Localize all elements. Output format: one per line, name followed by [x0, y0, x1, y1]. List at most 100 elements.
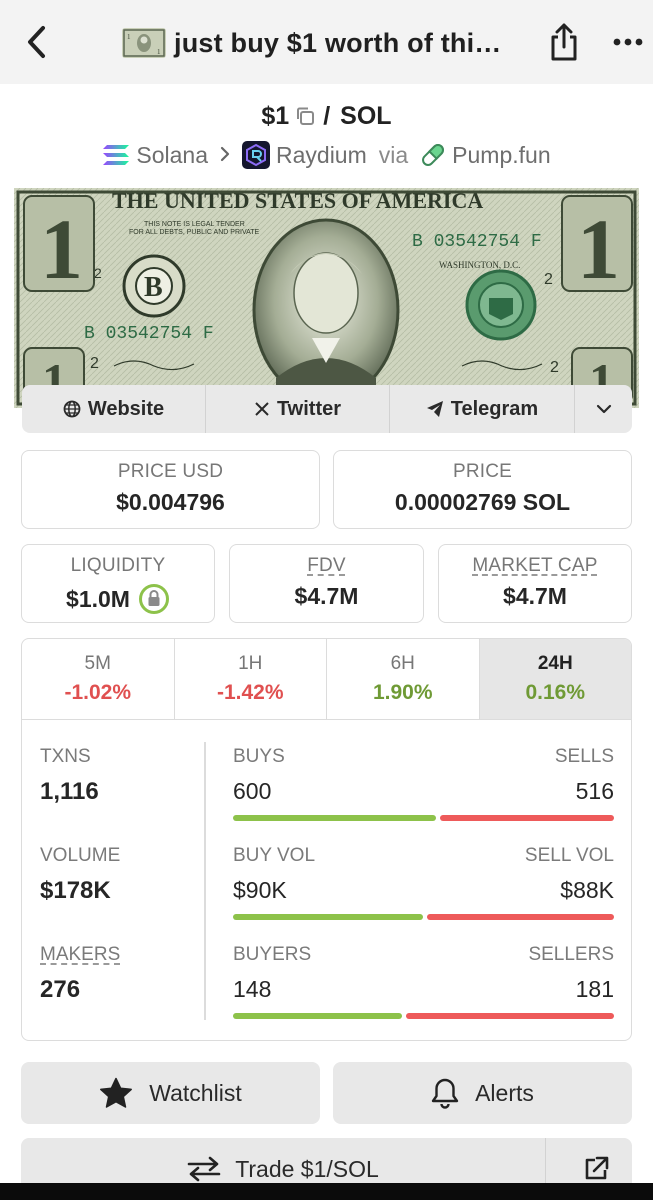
market-cap-value: $4.7M: [503, 583, 567, 609]
svg-text:1: 1: [40, 201, 83, 297]
chain-network-link[interactable]: Solana: [136, 142, 208, 169]
x-logo-icon: [254, 401, 270, 417]
banner-city: WASHINGTON, D.C.: [439, 260, 520, 270]
telegram-link[interactable]: Telegram: [390, 385, 575, 433]
buy-vol-label: BUY VOL: [233, 845, 316, 866]
txns-label: TXNS: [40, 746, 91, 767]
makers-stat[interactable]: MAKERS 276: [40, 944, 120, 1004]
raydium-icon: [242, 141, 270, 169]
lock-icon[interactable]: [138, 583, 170, 615]
copy-address-button[interactable]: [295, 106, 315, 126]
svg-text:1: 1: [127, 33, 131, 41]
makers-label: MAKERS: [40, 944, 121, 965]
sells-bar: [439, 815, 614, 821]
tab-6h[interactable]: 6H 1.90%: [327, 639, 480, 719]
tab-5m[interactable]: 5M -1.02%: [22, 639, 175, 719]
tab-1h[interactable]: 1H -1.42%: [175, 639, 327, 719]
website-link[interactable]: Website: [22, 385, 206, 433]
svg-text:1: 1: [157, 48, 161, 56]
back-button[interactable]: [18, 22, 54, 62]
tab-6h-change: 1.90%: [372, 681, 433, 704]
sellers-label: SELLERS: [528, 944, 614, 965]
pill-icon: [420, 142, 446, 168]
sellers-bar: [406, 1013, 614, 1019]
buys-bar: [233, 815, 436, 821]
buys-sells-ratio-bar: [233, 815, 614, 821]
fdv-label: FDV: [307, 555, 346, 576]
watchlist-label: Watchlist: [149, 1079, 242, 1106]
buyers-sellers-ratio-bar: [233, 1013, 614, 1019]
watchlist-button[interactable]: Watchlist: [21, 1062, 320, 1124]
telegram-icon: [426, 400, 444, 418]
token-banner-image: 1 1 1 1 THE UNITED STATES OF AMERICA THI…: [14, 188, 639, 408]
market-cap-card[interactable]: MARKET CAP $4.7M: [438, 544, 632, 623]
pair-separator: /: [323, 101, 331, 130]
buys-label: BUYS: [233, 746, 285, 767]
buyers-label: BUYERS: [233, 944, 312, 965]
star-icon: [99, 1077, 133, 1109]
tab-24h[interactable]: 24H 0.16%: [479, 639, 631, 719]
more-options-button[interactable]: [606, 26, 650, 58]
chevron-down-icon: [596, 404, 611, 414]
chain-breadcrumb: Solana Raydium via Pump.fun: [0, 138, 653, 172]
buys-value: 600: [233, 778, 272, 804]
tab-24h-change: 0.16%: [525, 681, 586, 704]
buy-vol-bar: [233, 914, 424, 920]
solana-icon: [102, 144, 130, 166]
pair-name: $1 / SOL: [0, 98, 653, 134]
buyers-bar: [233, 1013, 403, 1019]
share-button[interactable]: [545, 20, 583, 64]
more-icon: [613, 38, 643, 46]
tab-6h-label: 6H: [390, 653, 415, 674]
market-cap-label: MARKET CAP: [472, 555, 598, 576]
volume-stat: VOLUME $178K: [40, 845, 120, 905]
top-navigation-bar: 1 1 just buy $1 worth of thi…: [0, 0, 653, 84]
stats-divider: [204, 742, 206, 1020]
volume-label: VOLUME: [40, 845, 121, 866]
price-usd-label: PRICE USD: [117, 461, 224, 482]
twitter-link[interactable]: Twitter: [206, 385, 390, 433]
liquidity-card: LIQUIDITY $1.0M: [21, 544, 215, 623]
liquidity-label: LIQUIDITY: [70, 555, 166, 576]
liquidity-value: $1.0M: [66, 585, 130, 612]
svg-text:2: 2: [550, 359, 559, 376]
trade-label: Trade $1/SOL: [235, 1155, 379, 1182]
sell-vol-value: $88K: [560, 877, 614, 903]
more-links-dropdown[interactable]: [575, 385, 632, 433]
globe-icon: [63, 400, 81, 418]
tab-5m-change: -1.02%: [64, 681, 132, 704]
tab-1h-change: -1.42%: [216, 681, 284, 704]
base-token-symbol: $1: [261, 101, 290, 130]
page-title: just buy $1 worth of thi…: [174, 27, 502, 58]
sell-vol-label: SELL VOL: [524, 845, 614, 866]
chevron-left-icon: [28, 26, 45, 58]
dex-link[interactable]: Raydium: [276, 142, 367, 169]
buy-vol-value: $90K: [233, 877, 287, 903]
price-native-value: 0.00002769 SOL: [394, 489, 571, 515]
tab-5m-label: 5M: [84, 653, 111, 674]
volume-value: $178K: [40, 877, 111, 904]
svg-text:1: 1: [577, 201, 620, 297]
alerts-button[interactable]: Alerts: [333, 1062, 632, 1124]
via-label: via: [378, 141, 409, 168]
alerts-label: Alerts: [475, 1079, 534, 1106]
timeframe-tabs: 5M -1.02% 1H -1.42% 6H 1.90% 24H 0.16%: [22, 639, 631, 720]
buyers-value: 148: [233, 976, 272, 1002]
svg-text:THIS NOTE IS LEGAL TENDER: THIS NOTE IS LEGAL TENDER: [144, 221, 245, 228]
txns-value: 1,116: [40, 778, 99, 805]
sells-value: 516: [575, 778, 614, 804]
sellers-value: 181: [575, 976, 614, 1002]
price-usd-card: PRICE USD $0.004796: [21, 450, 320, 529]
banner-heading: THE UNITED STATES OF AMERICA: [112, 188, 483, 213]
tab-24h-label: 24H: [537, 653, 573, 674]
copy-icon: [297, 107, 315, 125]
page-title-group: 1 1 just buy $1 worth of thi…: [122, 22, 502, 64]
website-label: Website: [87, 397, 165, 420]
swap-arrows-icon: [187, 1156, 221, 1182]
svg-text:FOR ALL DEBTS, PUBLIC AND PRIV: FOR ALL DEBTS, PUBLIC AND PRIVATE: [129, 229, 260, 236]
price-native-card: PRICE 0.00002769 SOL: [333, 450, 632, 529]
buyers-sellers-stat: BUYERS SELLERS 148 181: [233, 944, 614, 1019]
svg-text:2: 2: [544, 271, 553, 288]
fdv-card[interactable]: FDV $4.7M: [229, 544, 424, 623]
launchpad-link[interactable]: Pump.fun: [452, 142, 550, 169]
